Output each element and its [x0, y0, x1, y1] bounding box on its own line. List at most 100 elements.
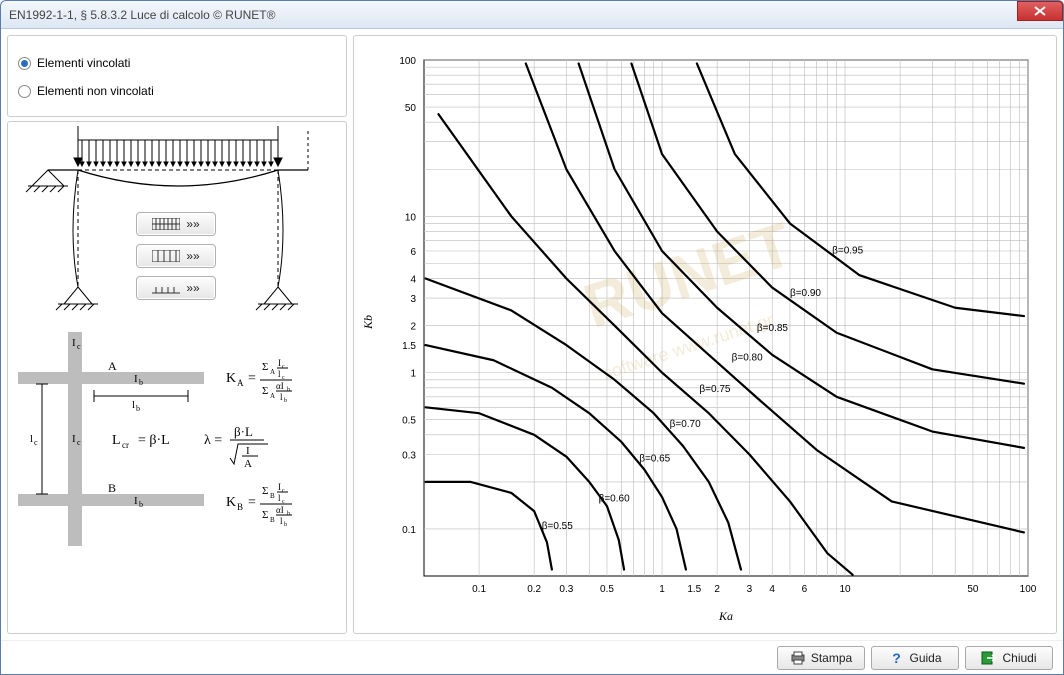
svg-text:l: l [278, 369, 281, 379]
close-label: Chiudi [1002, 651, 1036, 665]
svg-text:3: 3 [747, 584, 753, 595]
svg-text:c: c [282, 488, 285, 494]
svg-text:cr: cr [122, 440, 129, 450]
svg-text:β=0.85: β=0.85 [757, 323, 788, 334]
svg-text:c: c [77, 342, 81, 351]
print-button[interactable]: Stampa [777, 646, 865, 670]
svg-text:β=0.55: β=0.55 [542, 521, 573, 532]
svg-text:I: I [72, 337, 76, 349]
svg-text:β=0.65: β=0.65 [639, 454, 670, 465]
svg-text:=: = [248, 371, 256, 386]
svg-text:b: b [139, 500, 143, 509]
svg-text:Σ: Σ [262, 509, 268, 521]
svg-text:b: b [139, 378, 143, 387]
chevron-right-icon: »» [186, 217, 199, 231]
svg-text:β=0.80: β=0.80 [732, 352, 763, 363]
svg-text:2: 2 [714, 584, 720, 595]
help-button[interactable]: ? Guida [871, 646, 959, 670]
svg-text:B: B [270, 516, 275, 524]
svg-text:0.3: 0.3 [559, 584, 573, 595]
help-icon: ? [888, 650, 904, 666]
beta-chart: RUNETsoftware www.runet.gr0.10.20.30.511… [354, 36, 1048, 630]
svg-text:l: l [280, 516, 283, 526]
bottom-bar: Stampa ? Guida Chiudi [1, 640, 1063, 674]
hatch-medium-icon [152, 250, 180, 262]
svg-text:A: A [270, 392, 275, 400]
close-button[interactable]: Chiudi [965, 646, 1053, 670]
svg-text:c: c [34, 438, 38, 447]
svg-text:Σ: Σ [262, 485, 268, 497]
svg-text:3: 3 [410, 294, 416, 305]
close-icon [1034, 6, 1046, 16]
svg-text:A: A [108, 359, 117, 373]
svg-text:1: 1 [659, 584, 665, 595]
svg-text:Kb: Kb [361, 315, 375, 330]
load-pattern-2-button[interactable]: »» [136, 244, 216, 268]
svg-text:l: l [280, 392, 283, 402]
radio-icon [18, 85, 31, 98]
svg-text:1.5: 1.5 [402, 341, 416, 352]
svg-text:I: I [278, 482, 281, 492]
svg-text:K: K [226, 371, 236, 386]
radio-braced-label: Elementi vincolati [37, 56, 130, 70]
svg-text:L: L [112, 433, 121, 448]
svg-text:λ =: λ = [204, 433, 222, 448]
load-pattern-1-button[interactable]: »» [136, 212, 216, 236]
chart-panel: RUNETsoftware www.runet.gr0.10.20.30.511… [353, 35, 1057, 634]
svg-text:I: I [134, 495, 138, 507]
svg-text:A: A [270, 368, 275, 376]
print-label: Stampa [811, 651, 852, 665]
svg-text:100: 100 [399, 56, 416, 67]
radio-unbraced-label: Elementi non vincolati [37, 84, 154, 98]
help-label: Guida [909, 651, 941, 665]
svg-text:b: b [284, 522, 287, 528]
svg-text:0.1: 0.1 [472, 584, 486, 595]
window-title: EN1992-1-1, § 5.8.3.2 Luce di calcolo © … [9, 8, 275, 22]
svg-text:b: b [287, 511, 290, 517]
svg-text:c: c [282, 364, 285, 370]
svg-text:l: l [278, 493, 281, 503]
chevron-right-icon: »» [186, 249, 199, 263]
svg-text:I: I [72, 433, 76, 445]
svg-text:A: A [237, 378, 244, 388]
svg-text:4: 4 [410, 275, 416, 286]
svg-text:0.3: 0.3 [402, 450, 416, 461]
svg-text:I: I [278, 358, 281, 368]
svg-text:100: 100 [1020, 584, 1037, 595]
svg-text:=: = [248, 495, 256, 510]
element-type-group: Elementi vincolati Elementi non vincolat… [7, 35, 347, 117]
svg-text:β=0.90: β=0.90 [790, 288, 821, 299]
svg-text:4: 4 [769, 584, 775, 595]
svg-text:c: c [77, 438, 81, 447]
frame-formula-sketch: Ic A Ib lb lc Ic B Ib [8, 332, 348, 562]
svg-text:B: B [237, 502, 243, 512]
svg-text:A: A [244, 458, 252, 470]
svg-text:β=0.70: β=0.70 [670, 419, 701, 430]
chevron-right-icon: »» [186, 281, 199, 295]
svg-text:l: l [132, 399, 135, 411]
svg-text:6: 6 [802, 584, 808, 595]
svg-text:b: b [284, 398, 287, 404]
diagram-panel: »» »» »» [7, 121, 347, 634]
svg-text:0.1: 0.1 [402, 525, 416, 536]
radio-braced[interactable]: Elementi vincolati [18, 56, 336, 70]
radio-icon [18, 57, 31, 70]
window-close-button[interactable] [1017, 1, 1063, 21]
svg-text:I: I [246, 445, 250, 457]
svg-text:50: 50 [967, 584, 979, 595]
svg-text:Σ: Σ [262, 385, 268, 397]
svg-text:0.5: 0.5 [600, 584, 614, 595]
svg-text:β=0.60: β=0.60 [599, 493, 630, 504]
svg-text:B: B [108, 481, 116, 495]
svg-text:αI: αI [276, 505, 284, 515]
svg-text:1.5: 1.5 [687, 584, 701, 595]
load-pattern-3-button[interactable]: »» [136, 276, 216, 300]
svg-text:β=0.75: β=0.75 [699, 384, 730, 395]
svg-text:b: b [287, 387, 290, 393]
radio-unbraced[interactable]: Elementi non vincolati [18, 84, 336, 98]
svg-text:Ka: Ka [718, 609, 733, 623]
svg-text:1: 1 [410, 369, 416, 380]
svg-text:I: I [134, 373, 138, 385]
svg-text:10: 10 [405, 212, 417, 223]
svg-text:b: b [136, 404, 140, 413]
